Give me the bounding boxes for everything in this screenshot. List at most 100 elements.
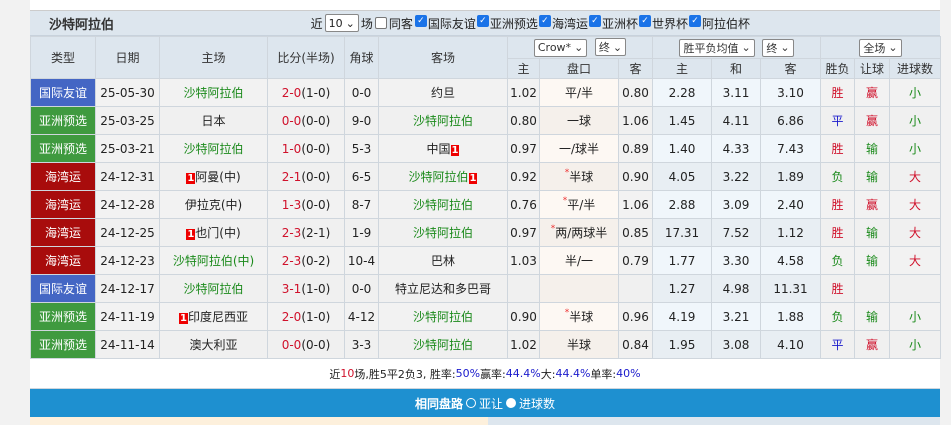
odds-away: 4.10 (760, 330, 821, 359)
home-team[interactable]: 伊拉克(中) (159, 190, 268, 219)
goals-result: 大 (889, 162, 941, 191)
home-team-name: 阿曼(中) (195, 170, 241, 184)
matches-table: 类型 日期 主场 比分(半场) 角球 客场 Crow* ⌄ 终 ⌄ 胜平负均值 ⌄ 终… (30, 36, 941, 359)
home-team[interactable]: 沙特阿拉伯(中) (159, 246, 268, 275)
corners: 10-4 (344, 246, 379, 275)
odds-type-select[interactable]: 胜平负均值 ⌄ (679, 38, 755, 57)
filters: 近 10 ⌄ 场 同客 ✓ 国际友谊 ✓ 亚洲预选 ✓ 海湾运 ✓ 亚洲杯 ✓ 世界杯 ✓ 阿拉伯杯 (311, 14, 940, 32)
goals-result: 大 (889, 246, 941, 275)
away-team[interactable]: 特立尼达和多巴哥 (378, 274, 508, 303)
score[interactable]: 1-3(0-0) (267, 190, 345, 219)
handicap-away: 0.96 (618, 302, 653, 331)
away-team[interactable]: 沙特阿拉伯 (378, 190, 508, 219)
odds-away: 7.43 (760, 134, 821, 163)
chevron-down-icon: ⌄ (612, 40, 623, 54)
home-team[interactable]: 澳大利亚 (159, 330, 268, 359)
match-type[interactable]: 海湾运 (30, 218, 96, 247)
radio-goals[interactable] (506, 398, 516, 408)
match-type[interactable]: 海湾运 (30, 190, 96, 219)
away-team[interactable]: 沙特阿拉伯 (378, 218, 508, 247)
league-checkbox[interactable]: ✓ (638, 14, 651, 27)
home-team[interactable]: 沙特阿拉伯 (159, 134, 268, 163)
summary-text: 单率: (590, 367, 617, 381)
score[interactable]: 2-3(0-2) (267, 246, 345, 275)
home-team[interactable]: 1阿曼(中) (159, 162, 268, 191)
away-team-name: 特立尼达和多巴哥 (394, 282, 491, 296)
home-team-name: 也门(中) (195, 226, 241, 240)
subcol-header: 客 (760, 58, 821, 79)
away-team[interactable]: 沙特阿拉伯1 (378, 162, 508, 191)
odds-final-select[interactable]: 终 ⌄ (762, 38, 794, 57)
match-type[interactable]: 海湾运 (30, 162, 96, 191)
chevron-down-icon: ⌄ (780, 41, 790, 54)
odds-home: 1.77 (652, 246, 712, 275)
score[interactable]: 2-0(1-0) (267, 302, 345, 331)
league-checkbox[interactable]: ✓ (688, 14, 701, 27)
handicap-home: 0.97 (507, 218, 540, 247)
goals-result: 小 (889, 78, 941, 107)
score[interactable]: 2-0(1-0) (267, 78, 345, 107)
away-team[interactable]: 沙特阿拉伯 (378, 302, 508, 331)
handicap-home: 0.90 (507, 302, 540, 331)
table-row: 国际友谊 25-05-30 沙特阿拉伯 2-0(1-0) 0-0 约旦 1.02… (30, 78, 941, 107)
away-team[interactable]: 沙特阿拉伯 (378, 106, 508, 135)
panel-header: 沙特阿拉伯 近 10 ⌄ 场 同客 ✓ 国际友谊 ✓ 亚洲预选 ✓ 海湾运 ✓ 亚洲杯 ✓ 世界杯 ✓… (30, 11, 940, 36)
home-team[interactable]: 日本 (159, 106, 268, 135)
chevron-down-icon: ⌄ (888, 41, 898, 54)
score[interactable]: 2-3(2-1) (267, 218, 345, 247)
company-select[interactable]: Crow* ⌄ (533, 38, 588, 57)
odds-away: 11.31 (760, 274, 821, 303)
result: 平 (820, 106, 855, 135)
handicap-line: *半球 (539, 302, 619, 331)
home-team-name: 伊拉克(中) (184, 198, 243, 212)
league-checkbox[interactable]: ✓ (588, 14, 601, 27)
home-team[interactable]: 沙特阿拉伯 (159, 78, 268, 107)
match-type[interactable]: 亚洲预选 (30, 330, 96, 359)
near-label: 近 (310, 16, 323, 31)
home-team-name: 日本 (201, 114, 226, 128)
score[interactable]: 2-1(0-0) (267, 162, 345, 191)
league-checkbox[interactable]: ✓ (414, 14, 427, 27)
odds-away: 6.86 (760, 106, 821, 135)
away-team[interactable]: 沙特阿拉伯 (378, 330, 508, 359)
away-team[interactable]: 约旦 (378, 78, 508, 107)
league-checkbox[interactable]: ✓ (476, 14, 489, 27)
match-type[interactable]: 亚洲预选 (30, 134, 96, 163)
score[interactable]: 0-0(0-0) (267, 106, 345, 135)
score[interactable]: 3-1(1-0) (267, 274, 345, 303)
match-type[interactable]: 国际友谊 (30, 274, 96, 303)
corners: 0-0 (344, 274, 379, 303)
score[interactable]: 0-0(0-0) (267, 330, 345, 359)
match-type[interactable]: 亚洲预选 (30, 106, 96, 135)
line-value: 半球 (569, 310, 594, 324)
table-row: 海湾运 24-12-23 沙特阿拉伯(中) 2-3(0-2) 10-4 巴林 1… (30, 246, 941, 275)
radio-asian-handicap[interactable] (465, 398, 476, 408)
match-date: 25-03-21 (95, 134, 160, 163)
match-date: 25-03-25 (95, 106, 160, 135)
home-team-name: 沙特阿拉伯 (183, 86, 244, 100)
away-team[interactable]: 中国1 (378, 134, 508, 163)
home-team[interactable]: 沙特阿拉伯 (159, 274, 268, 303)
handicap-home: 0.92 (507, 162, 540, 191)
home-team[interactable]: 1印度尼西亚 (159, 302, 268, 331)
scope-select[interactable]: 全场 ⌄ (859, 38, 902, 57)
score[interactable]: 1-0(0-0) (267, 134, 345, 163)
match-type[interactable]: 国际友谊 (30, 78, 96, 107)
league-checkbox[interactable]: ✓ (538, 14, 551, 27)
subcol-header: 进球数 (889, 58, 941, 79)
match-type[interactable]: 海湾运 (30, 246, 96, 275)
red-card-badge: 1 (468, 173, 478, 184)
handicap-final-select[interactable]: 终 ⌄ (594, 38, 627, 57)
match-count-select[interactable]: 10 ⌄ (324, 14, 359, 32)
handicap-away: 0.79 (618, 246, 653, 275)
home-team[interactable]: 1也门(中) (159, 218, 268, 247)
summary-text: 大: (540, 367, 556, 381)
red-card-badge: 1 (186, 229, 196, 240)
same-away-checkbox[interactable] (374, 17, 387, 29)
handicap-away: 0.90 (618, 162, 653, 191)
handicap-result: 赢 (854, 106, 890, 135)
away-team[interactable]: 巴林 (378, 246, 508, 275)
summary: 近 10 场,胜5平2负3, 胜率: 50% 赢率: 44.4% 大: 44.4% 单率:… (30, 359, 940, 389)
handicap-away: 1.06 (618, 106, 653, 135)
match-type[interactable]: 亚洲预选 (30, 302, 96, 331)
